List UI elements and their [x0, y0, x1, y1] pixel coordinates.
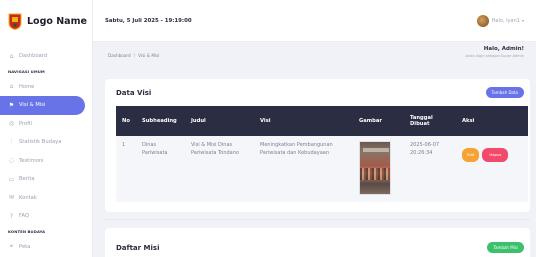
- cell-no: 1: [122, 142, 126, 148]
- home-icon: ⌂: [9, 83, 14, 91]
- user-menu[interactable]: Halo, Iyan1 ▾: [476, 14, 524, 27]
- sidebar-item-label: Peta: [19, 243, 31, 250]
- section-konten-budaya: KONTEN BUDAYA: [8, 229, 46, 234]
- visi-title: Data Visi: [116, 88, 152, 97]
- sidebar-item-visi-misi[interactable]: ⚑ Visi & Misi: [0, 96, 85, 115]
- sidebar-item-peta[interactable]: ⌖ Peta: [0, 238, 92, 257]
- user-greeting: Halo, Iyan1: [491, 17, 520, 24]
- datetime: Sabtu, 5 Juli 2025 - 19:19:00: [105, 17, 192, 24]
- sidebar-item-berita[interactable]: ▭ Berita: [0, 170, 92, 189]
- table-header-row: No Subheading Judul Visi Gambar Tanggal …: [116, 106, 528, 136]
- sidebar-item-kontak[interactable]: ✉ Kontak: [0, 189, 92, 208]
- sidebar-item-label: Testimoni: [19, 157, 44, 164]
- dashboard-icon: ⌂: [9, 52, 14, 60]
- map-icon: ⌖: [9, 242, 14, 250]
- breadcrumb-current: Visi & Misi: [138, 53, 160, 58]
- sidebar-item-home[interactable]: ⌂ Home: [0, 78, 92, 97]
- cell-subheading: Dinas Pariwisata: [142, 142, 168, 156]
- misi-card: Daftar Misi Tambah Misi: [105, 228, 530, 257]
- column-header: Visi: [260, 118, 271, 124]
- column-header: Tanggal Dibuat: [410, 115, 433, 127]
- sidebar-item-label: Kontak: [19, 194, 37, 201]
- sidebar-item-label: Statistik Budaya: [19, 139, 62, 146]
- column-header: No: [122, 118, 130, 124]
- sidebar-item-profil[interactable]: ◎ Profil: [0, 115, 92, 134]
- sidebar-item-label: Dashboard: [19, 53, 48, 60]
- sidebar-item-dashboard[interactable]: ⌂ Dashboard: [0, 47, 92, 66]
- section-navigasi-umum: NAVIGASI UMUM: [8, 69, 45, 74]
- flag-icon: ⚑: [8, 101, 15, 109]
- column-header: Aksi: [462, 118, 475, 124]
- breadcrumb-dashboard[interactable]: Dashboard: [108, 53, 131, 58]
- sidebar-item-faq[interactable]: ? FAQ: [0, 207, 92, 226]
- avatar: [476, 14, 489, 27]
- sidebar: Logo Name ⌂ Dashboard NAVIGASI UMUM ⌂ Ho…: [0, 0, 93, 257]
- cell-aksi: Edit Hapus: [456, 136, 528, 202]
- sidebar-item-label: Home: [19, 83, 35, 90]
- logo[interactable]: Logo Name: [0, 0, 92, 42]
- visi-card: Data Visi Tambah Data No Subheading Judu…: [105, 79, 530, 212]
- sidebar-item-testimoni[interactable]: ◌ Testimoni: [0, 152, 92, 171]
- topbar: Sabtu, 5 Juli 2025 - 19:19:00 Halo, Iyan…: [93, 0, 536, 42]
- admin-greeting: Halo, Admin! Anda login sebagai Super Ad…: [465, 46, 524, 58]
- logo-text: Logo Name: [27, 15, 87, 27]
- help-icon: ?: [9, 212, 14, 220]
- profile-icon: ◎: [8, 120, 15, 128]
- table-row: 1 Dinas Pariwisata Visi & Misi Dinas Par…: [116, 136, 528, 202]
- add-visi-button[interactable]: Tambah Data: [485, 87, 524, 98]
- delete-button[interactable]: Hapus: [482, 148, 509, 162]
- cell-visi: Meningkatkan Pembangunan Pariwisata dan …: [260, 142, 333, 156]
- edit-button[interactable]: Edit: [462, 148, 480, 162]
- add-misi-button[interactable]: Tambah Misi: [487, 242, 524, 253]
- sidebar-item-label: Visi & Misi: [19, 102, 46, 109]
- chart-icon: ⫶: [10, 138, 13, 146]
- column-header: Judul: [191, 118, 206, 124]
- sidebar-item-label: FAQ: [19, 213, 30, 220]
- section-divider: [105, 219, 530, 220]
- news-icon: ▭: [8, 175, 15, 183]
- column-header: Gambar: [359, 118, 382, 124]
- visi-image: [359, 141, 391, 195]
- logo-emblem-icon: [8, 13, 22, 30]
- cell-tanggal: 2025-06-07 20:26:34: [410, 142, 440, 156]
- sidebar-item-label: Profil: [19, 120, 32, 127]
- cell-gambar: [353, 136, 404, 202]
- mail-icon: ✉: [8, 194, 15, 202]
- sidebar-item-label: Berita: [19, 176, 35, 183]
- chat-icon: ◌: [8, 157, 15, 165]
- breadcrumb: Dashboard / Visi & Misi: [108, 53, 160, 58]
- visi-table: No Subheading Judul Visi Gambar Tanggal …: [116, 106, 528, 202]
- cell-judul: Visi & Misi Dinas Pariwisata Tondano: [191, 142, 239, 156]
- misi-title: Daftar Misi: [116, 243, 160, 252]
- greeting-title: Halo, Admin!: [483, 46, 524, 52]
- column-header: Subheading: [142, 118, 177, 124]
- sidebar-item-statistik-budaya[interactable]: ⫶ Statistik Budaya: [0, 133, 92, 152]
- chevron-down-icon: ▾: [521, 18, 524, 23]
- greeting-subtitle: Anda login sebagai Super Admin: [465, 54, 524, 58]
